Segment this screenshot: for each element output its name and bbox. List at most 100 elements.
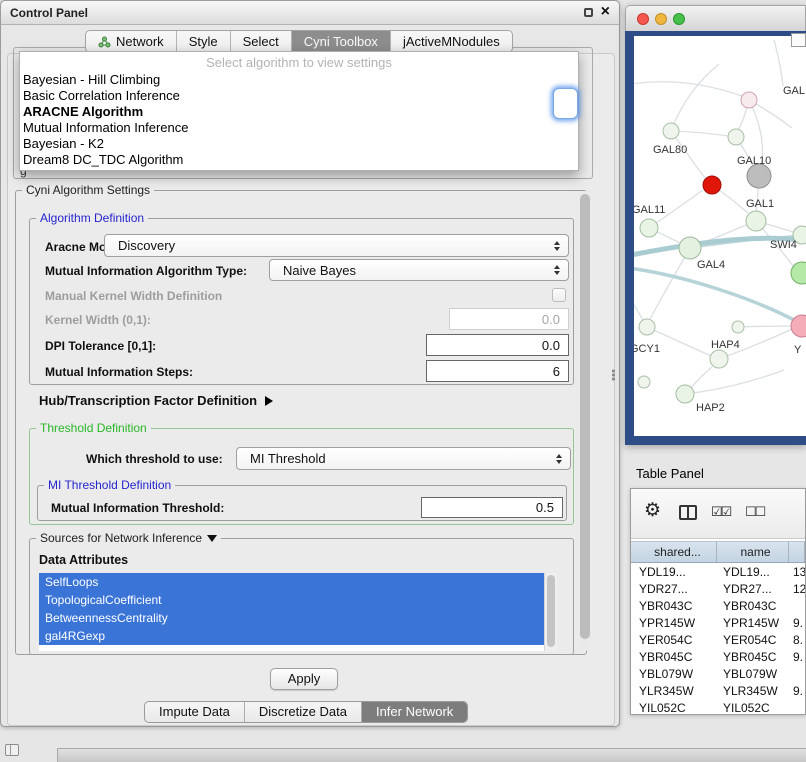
network-node[interactable] [741,92,757,108]
network-edge [774,40,783,86]
manual-kernel-checkbox[interactable] [552,288,566,302]
list-scrollbar[interactable] [544,573,557,651]
table-row[interactable]: YBL079WYBL079W [631,666,805,683]
network-node[interactable] [676,385,694,403]
network-node[interactable] [728,129,744,145]
column-header[interactable]: shared... [631,542,717,562]
table-row[interactable]: YER054CYER054C8. [631,632,805,649]
network-edge [738,326,791,327]
tab-select[interactable]: Select [231,31,292,52]
control-panel-window: Control Panel × NetworkStyleSelectCyni T… [0,0,620,727]
control-panel-tabs: NetworkStyleSelectCyni ToolboxjActiveMNo… [85,30,513,53]
table-row[interactable]: YBR045CYBR045C9. [631,649,805,666]
tab-cyni-toolbox[interactable]: Cyni Toolbox [292,31,391,52]
checked-boxes-icon[interactable]: ☑☑ [711,504,730,520]
unchecked-boxes-icon[interactable]: ☐☐ [745,504,764,520]
network-node[interactable] [710,350,728,368]
algorithm-option[interactable]: Mutual Information Inference [20,120,578,136]
kernel-width-field[interactable]: 0.0 [449,308,569,330]
sources-title-text: Sources for Network Inference [40,531,202,545]
zoom-traffic-light[interactable] [673,13,685,25]
node-label: HAP4 [711,339,740,351]
dpi-tolerance-field[interactable]: 0.0 [426,334,569,356]
scrollbar-thumb[interactable] [580,194,590,639]
tab-infer-network[interactable]: Infer Network [362,702,467,722]
table-cell: 9. [789,615,805,632]
network-node[interactable] [663,123,679,139]
network-node[interactable] [639,319,655,335]
table-row[interactable]: YPR145WYPR145W9. [631,615,805,632]
table-row[interactable]: YIL052CYIL052C [631,700,805,715]
table-cell: YDL19... [717,564,789,581]
mi-type-value: Naive Bayes [283,263,356,278]
tab-discretize-data[interactable]: Discretize Data [245,702,362,722]
aracne-mode-select[interactable]: Discovery [104,234,569,257]
table-cell: YBR045C [631,649,717,666]
gear-icon[interactable]: ⚙ [644,500,661,522]
minimize-icon[interactable] [584,8,593,17]
table-row[interactable]: YDR27...YDR27...12 [631,581,805,598]
table-cell: YBR045C [717,649,789,666]
tab-style[interactable]: Style [177,31,231,52]
aracne-mode-value: Discovery [118,238,175,253]
column-header[interactable] [789,542,805,562]
attribute-item[interactable]: SelfLoops [39,573,544,591]
bottom-scroll-strip[interactable] [57,748,806,762]
mi-type-select[interactable]: Naive Bayes [269,259,569,281]
algorithm-option[interactable]: Bayesian - K2 [20,136,578,152]
mi-threshold-label: Mutual Information Threshold: [51,501,224,515]
algorithm-popup: Select algorithm to view settings Bayesi… [19,51,579,171]
algorithm-option[interactable]: Basic Correlation Inference [20,88,578,104]
mi-threshold-field[interactable]: 0.5 [421,497,563,518]
columns-icon[interactable] [679,505,697,520]
table-cell: YPR145W [717,615,789,632]
algorithm-option[interactable]: ARACNE Algorithm [20,104,578,120]
table-cell: YDL19... [631,564,717,581]
network-node[interactable] [703,176,721,194]
network-node[interactable] [679,237,701,259]
network-view-window: GALGAL80GAL10GAL11GAL1SWI4GAL4GCY1HAP4HA… [625,5,806,445]
tab-impute-data[interactable]: Impute Data [145,702,245,722]
network-node[interactable] [732,321,744,333]
attribute-item[interactable]: TopologicalCoefficient [39,591,544,609]
tab-network[interactable]: Network [86,31,177,52]
birdseye-toggle[interactable] [791,33,806,47]
corner-panel-icon[interactable] [5,744,19,756]
algorithm-option[interactable]: Dream8 DC_TDC Algorithm [20,152,578,168]
table-row[interactable]: YDL19...YDL19...13 [631,564,805,581]
table-cell: YBL079W [631,666,717,683]
network-node[interactable] [746,211,766,231]
algorithm-option[interactable]: Bayesian - Hill Climbing [20,72,578,88]
node-label: HAP2 [696,402,725,414]
network-node[interactable] [747,164,771,188]
settings-scrollbar[interactable] [579,191,591,651]
focused-field-fragment [553,88,578,119]
hub-definition-header[interactable]: Hub/Transcription Factor Definition [39,393,273,408]
node-label: GAL80 [653,144,687,156]
threshold-definition-title: Threshold Definition [36,421,151,435]
attribute-item[interactable]: BetweennessCentrality [39,609,544,627]
close-traffic-light[interactable] [637,13,649,25]
combo-stepper-icon [556,454,562,464]
tab-jactivemnodules[interactable]: jActiveMNodules [391,31,512,52]
table-cell: YIL052C [631,700,717,715]
scrollbar-thumb[interactable] [547,575,555,647]
close-icon[interactable]: × [601,6,610,18]
panel-splitter-handle[interactable] [611,369,616,381]
network-canvas[interactable]: GALGAL80GAL10GAL11GAL1SWI4GAL4GCY1HAP4HA… [634,36,806,436]
table-row[interactable]: YLR345WYLR345W9. [631,683,805,700]
column-header[interactable]: name [717,542,789,562]
sources-group-title[interactable]: Sources for Network Inference [36,531,221,545]
minimize-traffic-light[interactable] [655,13,667,25]
apply-button[interactable]: Apply [270,668,338,690]
network-node[interactable] [638,376,650,388]
node-label: GAL10 [737,155,771,167]
mi-steps-field[interactable]: 6 [426,360,569,382]
manual-kernel-label: Manual Kernel Width Definition [45,289,222,303]
network-node[interactable] [640,219,658,237]
table-cell: YBR043C [717,598,789,615]
which-threshold-select[interactable]: MI Threshold [236,447,571,470]
attribute-item[interactable]: gal4RGexp [39,627,544,645]
combo-stepper-icon [554,265,560,275]
table-row[interactable]: YBR043CYBR043C [631,598,805,615]
